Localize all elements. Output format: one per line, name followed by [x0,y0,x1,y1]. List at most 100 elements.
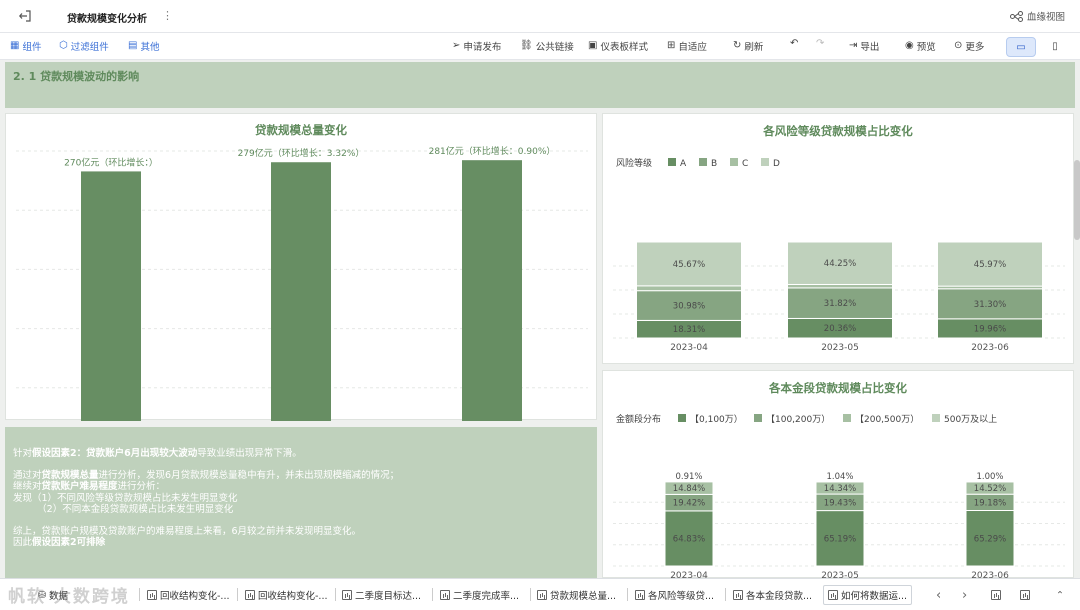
analysis-text-card: 针对假设因素2：贷款账户6月出现较大波动导致业绩出现异常下滑。 通过对贷款规模总… [5,427,597,578]
more-button[interactable]: ⊙ 更多 [954,39,985,54]
lineage-view-label: 血缘视图 [1026,12,1065,23]
analysis-line-7: 因此假设因素2可排除 [13,537,106,548]
collapse-up-icon[interactable]: ⌃ [1056,585,1064,605]
more-vertical-icon[interactable]: ⋮ [162,9,173,22]
lineage-view-button[interactable]: 血缘视图 [1009,9,1065,23]
tab-sheet-1[interactable]: 回收结构变化-... [147,585,230,605]
segment-label: 19.18% [974,498,1006,508]
dashboard-style-button[interactable]: ▣ 仪表板样式 [588,39,648,54]
legend-swatch [843,414,851,422]
segment-label: 19.43% [824,498,856,508]
tab-label: 如何将数据运... [841,591,908,602]
chart-icon [440,590,450,600]
segment-label: 14.34% [824,484,856,494]
adaptive-button[interactable]: ⊞ 自适应 [667,39,707,54]
segment-label: 19.42% [673,499,705,509]
tab-next-icon[interactable]: › [962,585,967,605]
legend-label: 【200,500万） [855,414,919,425]
legend-swatch [754,414,762,422]
tab-label: 回收结构变化-... [160,591,230,602]
data-label: 279亿元（环比增长：3.32%） [238,147,365,159]
analysis-line-6: 综上，贷款账户规模及贷款账户的难易程度上来看，6月较之前并未发现明显变化。 [13,525,362,537]
total-chart-card[interactable]: 贷款规模总量变化 270亿元（环比增长：）2023-04279亿元（环比增长：3… [5,113,597,421]
more-label: 更多 [965,42,985,53]
tab-prev-icon[interactable]: ‹ [936,585,941,605]
chart-icon [342,590,352,600]
tab-label: 二季度完成率... [453,591,520,602]
legend-label: B [711,159,717,169]
legend-swatch [761,158,769,166]
refresh-icon: ↻ [733,40,742,51]
bar-2023-06 [462,160,522,421]
tab-sheet-7[interactable]: 各本金段贷款... [733,585,812,605]
segment-label: 44.25% [824,259,856,269]
redo-icon: ↷ [816,38,825,49]
legend-label: 【100,200万） [766,414,830,425]
undo-icon: ↶ [790,38,799,49]
undo-button[interactable]: ↶ [790,39,798,49]
segment-label: 31.82% [824,299,856,309]
segment-label: 45.67% [673,260,705,270]
chart-icon [537,590,547,600]
watermark: 帆软 大数跨境 [8,582,130,607]
tab-sheet-8-active[interactable]: 如何将数据运... [823,585,913,605]
apply-publish-label: 申请发布 [463,42,502,53]
filter-component-button[interactable]: ⬡ 过滤组件 [59,39,109,54]
risk-stacked-chart: 风险等级ABCD18.31%30.98%5.04%45.67%2023-0420… [613,157,1065,353]
filter-component-icon: ⬡ [59,40,68,51]
export-button[interactable]: ⇥ 导出 [849,39,879,54]
preview-label: 预览 [916,42,936,53]
data-label: 270亿元（环比增长：） [64,156,158,168]
exit-icon[interactable] [18,9,32,23]
analysis-line-2: 通过对贷款规模总量进行分析，发现6月贷款规模总量稳中有升，并未出现规模缩减的情况… [13,469,400,481]
segment-label: 0.91% [675,472,702,482]
tab-sheet-2[interactable]: 回收结构变化-... [245,585,328,605]
more-icon: ⊙ [954,40,963,51]
vertical-scrollbar[interactable] [1074,160,1080,240]
chart-icon [828,590,838,600]
tab-sheet-5[interactable]: 贷款规模总量... [537,585,616,605]
bar-2023-05 [271,162,331,421]
tab-sheet-6[interactable]: 各风险等级贷... [635,585,714,605]
refresh-button[interactable]: ↻ 刷新 [733,39,763,54]
chart-icon [733,590,743,600]
component-button[interactable]: ▦ 组件 [10,39,42,54]
tab-divider [725,588,726,601]
data-label: 281亿元（环比增长：0.90%） [429,145,556,157]
chart-icon [147,590,157,600]
legend-title: 风险等级 [616,157,652,169]
tab-divider [627,588,628,601]
desktop-icon[interactable]: ▭ [1006,37,1036,57]
redo-button[interactable]: ↷ [816,39,824,49]
component-label: 组件 [22,42,42,53]
segment-label: 19.96% [974,324,1006,334]
risk-chart-card[interactable]: 各风险等级贷款规模占比变化 风险等级ABCD18.31%30.98%5.04%4… [602,113,1074,364]
segment-label: 1.00% [976,472,1003,482]
x-tick-label: 2023-05 [821,343,859,353]
dashboard-add-icon [1020,590,1030,600]
segment-label: 1.04% [826,472,853,482]
segment-label: 30.98% [673,302,705,312]
tab-sheet-3[interactable]: 二季度目标达... [342,585,421,605]
report-add-icon [991,590,1001,600]
mobile-icon[interactable]: ▯ [1040,37,1070,57]
link-icon: ⛓ [520,40,533,51]
legend-swatch [668,158,676,166]
analysis-line-5: （2）不同本金段贷款规模占比未发生明显变化 [13,504,234,515]
segment-label: 64.83% [673,534,705,544]
apply-publish-button[interactable]: ➢ 申请发布 [452,39,502,54]
export-icon: ⇥ [849,40,858,51]
tab-divider [530,588,531,601]
other-button[interactable]: ▤ 其他 [128,39,159,54]
tab-label: 二季度目标达... [355,591,422,602]
segment-label: 14.52% [974,484,1006,494]
tab-label: 贷款规模总量... [550,591,617,602]
tab-sheet-4[interactable]: 二季度完成率... [440,585,519,605]
public-link-button[interactable]: ⛓ 公共链接 [520,39,574,54]
add-dashboard-icon[interactable] [1020,585,1030,605]
preview-button[interactable]: ◉ 预览 [905,39,936,54]
amount-stacked-chart: 金额段分布 【0,100万） 【100,200万） 【200,500万） 500万及以上… [613,413,1065,579]
tab-label: 回收结构变化-... [258,591,328,602]
amount-chart-card[interactable]: 各本金段贷款规模占比变化 金额段分布 【0,100万） 【100,200万） 【200… [602,370,1074,579]
add-report-icon[interactable] [991,585,1001,605]
